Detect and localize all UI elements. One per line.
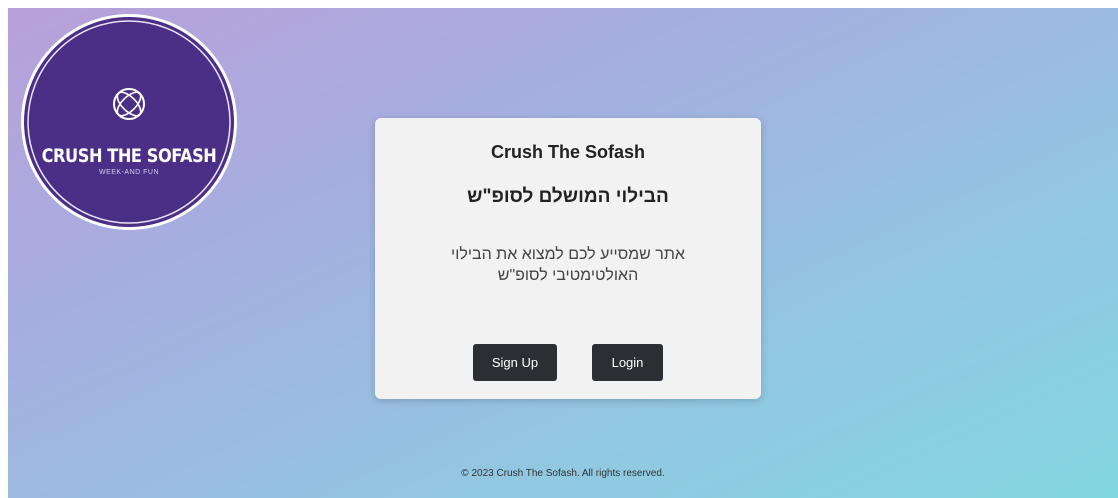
footer-copyright: © 2023 Crush The Sofash. All rights rese…: [461, 468, 665, 479]
logo-circle: [21, 14, 237, 230]
sign-up-button[interactable]: Sign Up: [473, 344, 557, 381]
brand-logo[interactable]: CRUSH THE SOFASH WEEK-AND FUN: [18, 11, 240, 233]
login-button[interactable]: Login: [592, 344, 663, 381]
page-background: CRUSH THE SOFASH WEEK-AND FUN Crush The …: [8, 8, 1118, 498]
logo-title: CRUSH THE SOFASH: [41, 145, 217, 167]
globe-knot-icon: [113, 88, 145, 120]
card-description: אתר שמסייע לכם למצוא את הבילוי האולטימטי…: [451, 246, 685, 284]
card-title: Crush The Sofash: [490, 142, 646, 162]
card-subtitle: הבילוי המושלם לסופ"ש: [467, 186, 669, 207]
welcome-card: Crush The Sofash הבילוי המושלם לסופ"ש את…: [375, 118, 761, 399]
logo-tagline: WEEK-AND FUN: [98, 169, 160, 176]
